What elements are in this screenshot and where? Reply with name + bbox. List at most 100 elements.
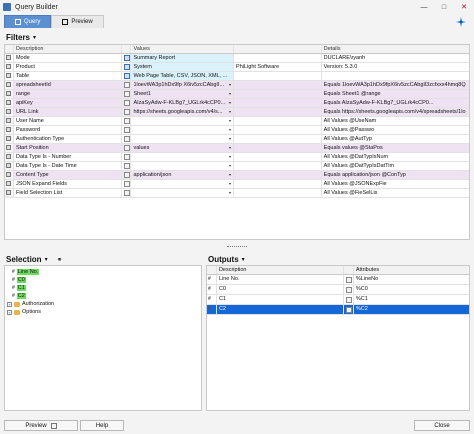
output-picker-icon[interactable] xyxy=(346,296,353,303)
filter-row[interactable]: Content Type application/json ▾ Equals appl… xyxy=(5,171,469,180)
filter-row[interactable]: Table Web Page Table, CSV, JSON, XML, ... xyxy=(5,72,469,81)
outputs-header[interactable]: Outputs ▾ xyxy=(208,255,245,264)
value-picker-icon[interactable] xyxy=(123,73,130,79)
filter-row[interactable]: Field Selection List ▾ All Values @FieSelL… xyxy=(5,189,469,198)
value-picker-cell[interactable] xyxy=(121,81,132,89)
value-picker-cell[interactable] xyxy=(121,90,132,98)
preview-button[interactable]: Preview xyxy=(4,420,78,431)
output-picker-cell[interactable] xyxy=(344,275,354,284)
value-dropdown-icon[interactable]: ▾ xyxy=(229,117,231,125)
value-picker-cell[interactable] xyxy=(121,108,132,116)
filter-row[interactable]: URL Link https://sheets.googleapis.com/v4… xyxy=(5,108,469,117)
filter-value[interactable]: values ▾ xyxy=(131,144,235,152)
filters-grid[interactable]: Description Values Details Mode Summary R… xyxy=(4,44,470,240)
filter-value[interactable]: Sheet1 ▾ xyxy=(131,90,235,98)
expand-icon[interactable]: + xyxy=(7,309,12,315)
value-dropdown-icon[interactable]: ▾ xyxy=(229,144,231,152)
filter-value[interactable]: Summary Report xyxy=(131,54,235,62)
value-picker-cell[interactable] xyxy=(121,171,132,179)
value-picker-cell[interactable] xyxy=(121,117,132,125)
selection-dropdown-icon[interactable]: ▾ xyxy=(45,256,48,263)
filter-row[interactable]: Data Type Is - Date Time ▾ All Values @Dat… xyxy=(5,162,469,171)
filter-row[interactable]: Data Type Is - Number ▾ All Values @DatTyp… xyxy=(5,153,469,162)
output-picker-icon[interactable] xyxy=(346,306,353,313)
value-dropdown-icon[interactable]: ▾ xyxy=(229,180,231,188)
output-row[interactable]: # Line No. %LineNo xyxy=(207,275,469,285)
outputs-grid[interactable]: Description Attributes # Line No. %LineNo #… xyxy=(206,265,470,411)
tree-node[interactable]: # C2 xyxy=(7,292,199,300)
filter-value[interactable]: Web Page Table, CSV, JSON, XML, ... xyxy=(131,72,235,80)
value-picker-icon[interactable] xyxy=(123,190,130,196)
value-picker-icon[interactable] xyxy=(123,82,130,88)
tree-node[interactable]: # C1 xyxy=(7,284,199,292)
selection-tree[interactable]: # Line No. # C0 # C1 # C2 + Authorization + Options xyxy=(4,265,202,411)
maximize-icon[interactable]: □ xyxy=(434,0,454,14)
tree-node[interactable]: + Authorization xyxy=(7,300,199,308)
output-picker-icon[interactable] xyxy=(346,276,353,283)
filter-value[interactable]: AIzaSyAdw-F-KLBg7_UGLrk4cCP0... ▾ xyxy=(131,99,235,107)
filter-row[interactable]: User Name ▾ All Values @UseNam xyxy=(5,117,469,126)
value-picker-icon[interactable] xyxy=(123,55,130,61)
value-picker-cell[interactable] xyxy=(121,99,132,107)
filter-value[interactable]: ▾ xyxy=(131,180,235,188)
value-picker-icon[interactable] xyxy=(123,163,130,169)
value-dropdown-icon[interactable]: ▾ xyxy=(229,99,231,107)
filter-value[interactable]: ▾ xyxy=(131,189,235,197)
expand-icon[interactable]: + xyxy=(7,301,12,307)
output-picker-cell[interactable] xyxy=(344,285,354,294)
value-picker-cell[interactable] xyxy=(121,135,132,143)
value-picker-cell[interactable] xyxy=(121,189,132,197)
selection-header[interactable]: Selection ▾ ⚭ xyxy=(6,255,62,264)
value-dropdown-icon[interactable]: ▾ xyxy=(229,135,231,143)
minimize-icon[interactable]: — xyxy=(414,0,434,14)
close-icon[interactable]: ✕ xyxy=(454,0,474,14)
value-picker-icon[interactable] xyxy=(123,154,130,160)
output-picker-icon[interactable] xyxy=(346,286,353,293)
value-picker-icon[interactable] xyxy=(123,136,130,142)
description-column-header[interactable]: Description xyxy=(14,45,122,53)
value-picker-icon[interactable] xyxy=(123,172,130,178)
value-dropdown-icon[interactable]: ▾ xyxy=(229,189,231,197)
outputs-description-header[interactable]: Description xyxy=(217,266,344,274)
filter-row[interactable]: Start Position values ▾ Equals values @StaP… xyxy=(5,144,469,153)
filter-value[interactable]: System xyxy=(131,63,235,71)
filter-value[interactable]: ▾ xyxy=(131,126,235,134)
filter-row[interactable]: Password ▾ All Values @Passwo xyxy=(5,126,469,135)
details-column-header[interactable]: Details xyxy=(322,45,469,53)
value-picker-icon[interactable] xyxy=(123,118,130,124)
value-picker-cell[interactable] xyxy=(121,162,132,170)
filter-row[interactable]: Product System PhiLight Software Version: 5… xyxy=(5,63,469,72)
value-picker-icon[interactable] xyxy=(123,91,130,97)
value-picker-icon[interactable] xyxy=(123,127,130,133)
value-dropdown-icon[interactable]: ▾ xyxy=(229,171,231,179)
output-row[interactable]: # C0 %C0 xyxy=(207,285,469,295)
value-picker-cell[interactable] xyxy=(121,126,132,134)
values-column-header[interactable]: Values xyxy=(131,45,235,53)
outputs-attributes-header[interactable]: Attributes xyxy=(354,266,469,274)
output-row[interactable]: # C1 %C1 xyxy=(207,295,469,305)
filter-row[interactable]: range Sheet1 ▾ Equals Sheet1 @range xyxy=(5,90,469,99)
value-picker-cell[interactable] xyxy=(121,144,132,152)
value-picker-cell[interactable] xyxy=(121,180,132,188)
value-dropdown-icon[interactable]: ▾ xyxy=(229,81,231,89)
filter-value[interactable]: ▾ xyxy=(131,162,235,170)
tree-node[interactable]: # C0 xyxy=(7,276,199,284)
filter-value[interactable]: application/json ▾ xyxy=(131,171,235,179)
output-picker-cell[interactable] xyxy=(344,295,354,304)
tree-node[interactable]: # Line No. xyxy=(7,268,199,276)
filter-value[interactable]: ▾ xyxy=(131,135,235,143)
filter-row[interactable]: JSON Expand Fields ▾ All Values @JSONExpFi… xyxy=(5,180,469,189)
value-picker-icon[interactable] xyxy=(123,64,130,70)
value-picker-cell[interactable] xyxy=(122,54,132,62)
value-picker-cell[interactable] xyxy=(121,153,132,161)
output-row[interactable]: # C2 %C2 xyxy=(207,305,469,315)
value-dropdown-icon[interactable]: ▾ xyxy=(229,126,231,134)
panel-splitter[interactable] xyxy=(0,244,474,250)
tree-node[interactable]: + Options xyxy=(7,308,199,316)
filter-value[interactable]: https://sheets.googleapis.com/v4/s... ▾ xyxy=(131,108,235,116)
filter-row[interactable]: apiKey AIzaSyAdw-F-KLBg7_UGLrk4cCP0... ▾ Eq… xyxy=(5,99,469,108)
close-button[interactable]: Close xyxy=(414,420,470,431)
value-dropdown-icon[interactable]: ▾ xyxy=(229,162,231,170)
outputs-dropdown-icon[interactable]: ▾ xyxy=(242,256,245,263)
output-picker-cell[interactable] xyxy=(343,305,354,314)
